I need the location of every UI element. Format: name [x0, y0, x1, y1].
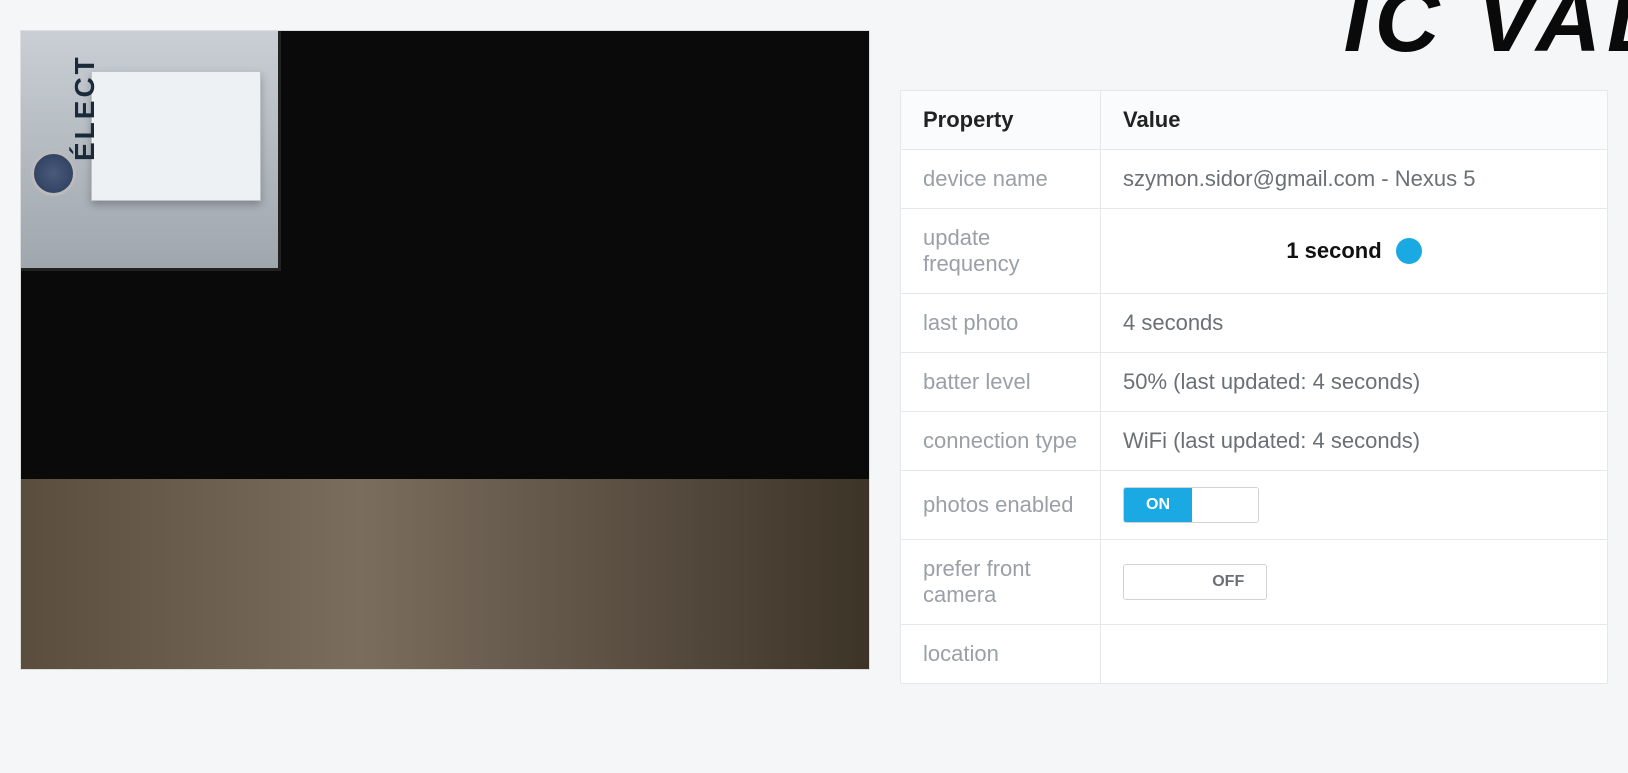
property-key: batter level	[901, 353, 1101, 412]
properties-table: Property Value device name szymon.sidor@…	[900, 90, 1608, 684]
table-row: connection type WiFi (last updated: 4 se…	[901, 412, 1608, 471]
table-row: last photo 4 seconds	[901, 294, 1608, 353]
table-header-row: Property Value	[901, 91, 1608, 150]
table-row: location	[901, 625, 1608, 684]
property-key: device name	[901, 150, 1101, 209]
slider-value-label: 1 second	[1286, 238, 1381, 264]
prefer-front-camera-toggle[interactable]: OFF	[1123, 564, 1267, 600]
page-title: IC VAL	[1344, 0, 1628, 73]
toggle-on-side	[1124, 565, 1190, 599]
table-row: device name szymon.sidor@gmail.com - Nex…	[901, 150, 1608, 209]
property-key: last photo	[901, 294, 1101, 353]
property-value-device-name: szymon.sidor@gmail.com - Nexus 5	[1101, 150, 1608, 209]
photo-poster-box	[91, 71, 261, 201]
table-row: photos enabled ON	[901, 471, 1608, 540]
column-header-value: Value	[1101, 91, 1608, 150]
property-value-battery-level: 50% (last updated: 4 seconds)	[1101, 353, 1608, 412]
property-key: location	[901, 625, 1101, 684]
slider-thumb-icon[interactable]	[1396, 238, 1422, 264]
photo-side-text: ÉLECT	[69, 54, 101, 161]
property-value-prefer-front-camera: OFF	[1101, 540, 1608, 625]
property-value-photos-enabled: ON	[1101, 471, 1608, 540]
photo-floor-region	[21, 479, 869, 669]
property-value-location	[1101, 625, 1608, 684]
photos-enabled-toggle[interactable]: ON	[1123, 487, 1259, 523]
property-value-update-frequency[interactable]: 1 second	[1101, 209, 1608, 294]
update-frequency-slider[interactable]: 1 second	[1123, 238, 1585, 264]
toggle-off-side	[1192, 488, 1258, 522]
property-key: photos enabled	[901, 471, 1101, 540]
properties-panel: Property Value device name szymon.sidor@…	[900, 90, 1608, 684]
property-key: connection type	[901, 412, 1101, 471]
table-row: update frequency 1 second	[901, 209, 1608, 294]
property-key: prefer front camera	[901, 540, 1101, 625]
property-value-connection-type: WiFi (last updated: 4 seconds)	[1101, 412, 1608, 471]
property-value-last-photo: 4 seconds	[1101, 294, 1608, 353]
camera-photo-preview: ÉLECT	[20, 30, 870, 670]
property-key: update frequency	[901, 209, 1101, 294]
column-header-property: Property	[901, 91, 1101, 150]
table-row: prefer front camera OFF	[901, 540, 1608, 625]
toggle-on-label: ON	[1124, 488, 1192, 522]
main-content: ÉLECT Property Value device name szymon.…	[0, 0, 1628, 684]
toggle-off-label: OFF	[1190, 565, 1266, 599]
table-row: batter level 50% (last updated: 4 second…	[901, 353, 1608, 412]
